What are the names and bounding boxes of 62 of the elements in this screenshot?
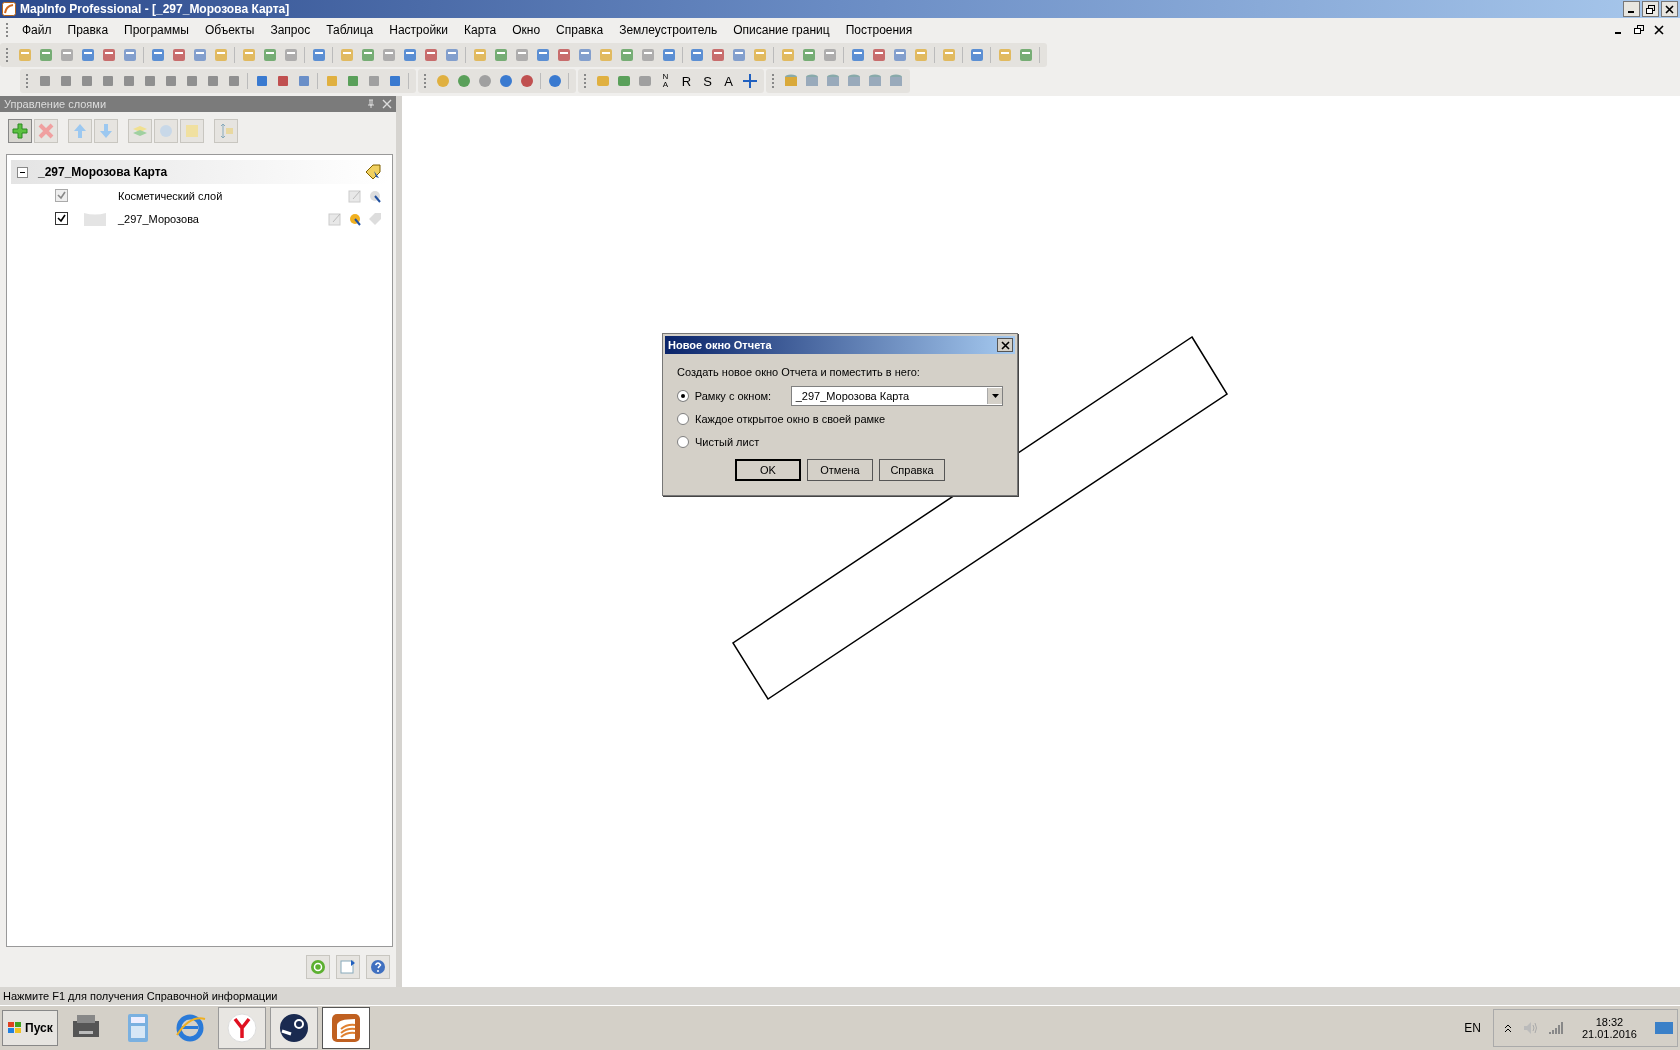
close-button[interactable] — [997, 338, 1013, 352]
dialog-button[interactable]: OK — [735, 459, 801, 481]
restore-icon[interactable] — [1634, 25, 1644, 35]
text-tool-button[interactable]: A — [718, 70, 739, 92]
menu-item[interactable]: Построения — [837, 23, 921, 37]
dialog-button[interactable]: Справка — [879, 459, 945, 481]
taskbar-app-button[interactable] — [269, 1007, 318, 1049]
edit-icon[interactable] — [328, 211, 342, 226]
layer-name[interactable]: _297_Морозова — [118, 212, 328, 225]
language-indicator[interactable]: EN — [1456, 1021, 1489, 1035]
north-arrow-label: N A — [662, 73, 669, 89]
menu-item[interactable]: Таблица — [318, 23, 382, 37]
collapse-toggle-icon[interactable] — [17, 166, 28, 178]
menu-item[interactable]: Справка — [548, 23, 612, 37]
close-icon[interactable] — [1654, 25, 1664, 35]
pin-icon[interactable] — [366, 99, 376, 109]
option-label[interactable]: Чистый лист — [695, 435, 791, 448]
menu-item[interactable]: Описание границ — [725, 23, 838, 37]
minimize-button[interactable] — [1623, 1, 1640, 17]
radio-button[interactable] — [677, 435, 689, 448]
start-button[interactable]: Пуск — [2, 1010, 58, 1046]
text-tool-button[interactable]: S — [697, 70, 718, 92]
option-label[interactable]: Каждое открытое окно в своей рамке — [695, 412, 886, 425]
close-button[interactable] — [1661, 1, 1678, 17]
dialog-title: Новое окно Отчета — [667, 339, 773, 351]
clock-time[interactable]: 18:32 — [1595, 1016, 1624, 1028]
dropdown-arrow-icon[interactable] — [991, 393, 999, 398]
tag-icon[interactable] — [364, 163, 382, 181]
window-title: MapInfo Professional - [_297_Морозова Карта] — [20, 2, 291, 16]
restore-button[interactable] — [1642, 1, 1659, 17]
text-tool-button[interactable]: R — [676, 70, 697, 92]
chevron-up-icon[interactable] — [1503, 1023, 1512, 1033]
option-label[interactable]: Рамку с окном: — [694, 389, 791, 402]
radio-button[interactable] — [677, 389, 689, 402]
signal-bars-icon[interactable] — [1547, 1021, 1564, 1035]
speaker-icon[interactable] — [1521, 1020, 1538, 1036]
panel-title: Управление слоями — [4, 98, 108, 110]
window-dropdown[interactable]: _297_Морозова Карта — [790, 385, 1003, 406]
menu-item[interactable]: Правка — [59, 23, 117, 37]
menu-item[interactable]: Запрос — [262, 23, 319, 37]
menu-item[interactable]: Программы — [116, 23, 197, 37]
close-icon[interactable] — [1665, 4, 1674, 14]
menu-item[interactable]: Землеустроитель — [611, 23, 726, 37]
north-arrow-tool[interactable]: N A — [655, 70, 676, 92]
edit-icon[interactable] — [348, 188, 362, 203]
menu-item[interactable]: Карта — [456, 23, 505, 37]
menu-item[interactable]: Настройки — [381, 23, 457, 37]
dialog-button[interactable]: Отмена — [807, 459, 873, 481]
app-logo-icon — [2, 2, 16, 16]
menu-item[interactable]: Окно — [504, 23, 549, 37]
status-text: Нажмите F1 для получения Справочной информации — [3, 990, 278, 1002]
menu-item[interactable]: Объекты — [196, 23, 263, 37]
restore-icon[interactable] — [1646, 4, 1655, 14]
windows-logo-icon — [7, 1021, 23, 1035]
taskbar-app-button[interactable] — [321, 1007, 370, 1049]
visibility-checkbox[interactable] — [55, 212, 68, 225]
clock-date[interactable]: 21.01.2016 — [1581, 1028, 1637, 1040]
radio-button[interactable] — [677, 412, 689, 425]
dialog-prompt: Создать новое окно Отчета и поместить в него: — [677, 366, 921, 378]
menu-item[interactable]: Файл — [14, 23, 60, 37]
label-tag-icon[interactable] — [368, 211, 382, 226]
layer-swatch-icon — [84, 211, 106, 226]
